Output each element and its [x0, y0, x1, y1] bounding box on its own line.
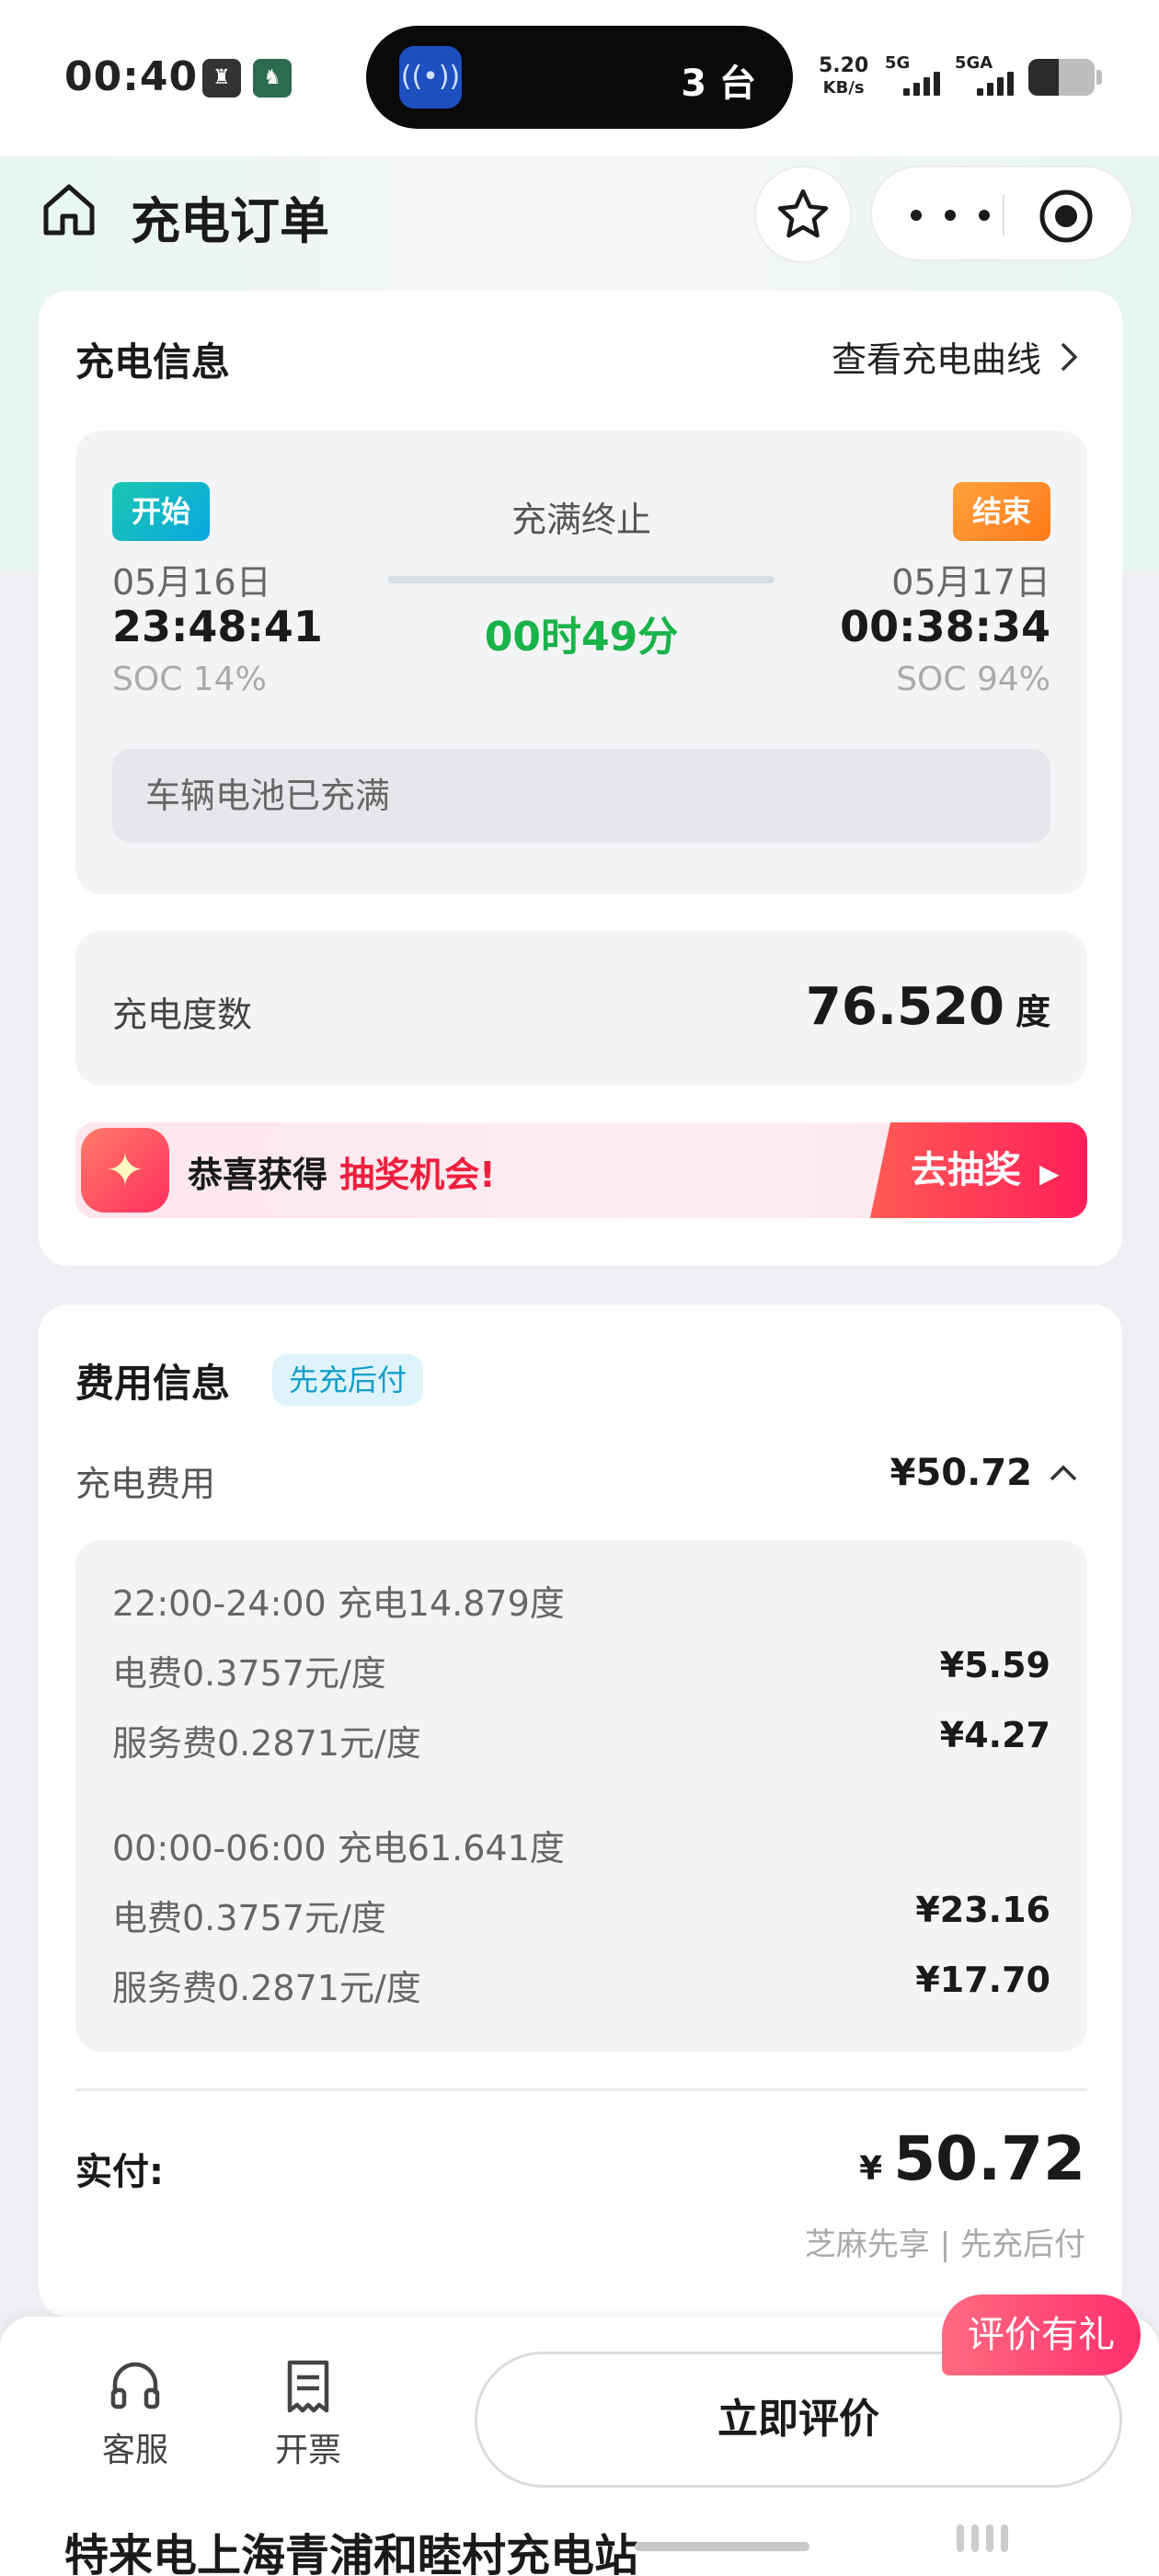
receipt-icon	[287, 2360, 329, 2413]
fee-line-label: 服务费0.2871元/度	[112, 1968, 421, 2008]
headset-icon	[110, 2362, 160, 2409]
lottery-text-highlight: 抽奖机会!	[339, 1155, 496, 1195]
fee-line-value: ¥17.70	[915, 1960, 1050, 2000]
end-badge: 结束	[953, 482, 1050, 541]
paid-subtitle: 芝麻先享 | 先充后付	[804, 2226, 1085, 2263]
fee-line-value: ¥4.27	[939, 1715, 1050, 1755]
paid-amount: ¥50.72	[859, 2123, 1085, 2194]
kwh-value: 76.520 度	[806, 977, 1050, 1037]
charging-info-title: 充电信息	[75, 339, 231, 385]
customer-service-button[interactable]: 客服	[85, 2357, 186, 2471]
charge-fee-value: ¥50.72	[889, 1452, 1032, 1494]
signal-bars-icon-2	[977, 72, 1014, 96]
charging-curve-label: 查看充电曲线	[831, 339, 1041, 380]
stop-reason: 充满终止	[511, 500, 651, 540]
period-heading: 00:00-06:00 充电61.641度	[112, 1828, 565, 1869]
fee-line-label: 服务费0.2871元/度	[112, 1723, 421, 1764]
duration-line	[388, 576, 775, 583]
charge-fee-toggle[interactable]: ¥50.72	[890, 1452, 1078, 1494]
session-box: 开始 充满终止 结束 05月16日 05月17日 23:48:41 00时49分…	[75, 431, 1087, 1218]
kwh-panel: 充电度数 76.520 度	[75, 931, 1087, 1086]
lottery-gift-icon: ✦	[81, 1128, 169, 1213]
invoice-label: 开票	[274, 2432, 341, 2469]
kwh-number: 76.520	[805, 977, 1004, 1037]
fee-line-value: ¥5.59	[939, 1645, 1050, 1685]
notification-app-icon: ♜	[202, 59, 241, 98]
battery-icon	[1028, 59, 1095, 96]
period-heading: 22:00-24:00 充电14.879度	[112, 1583, 565, 1624]
start-date: 05月16日	[112, 562, 271, 603]
clock-time: 00:40	[64, 53, 199, 100]
status-bar: 00:40 ♜ ♞ ((•)) 3 台 5.20 KB/s 5G 5GA	[0, 0, 1159, 156]
charging-note: 车辆电池已充满	[112, 749, 1050, 843]
signal-label-5ga: 5GA	[955, 53, 993, 73]
charging-curve-link[interactable]: 查看充电曲线	[832, 331, 1078, 382]
signal-label-5g: 5G	[885, 53, 911, 73]
kwh-label: 充电度数	[112, 995, 253, 1035]
chevron-right-icon	[1061, 342, 1078, 371]
end-soc: SOC 94%	[896, 661, 1050, 698]
fee-divider	[75, 2088, 1087, 2091]
lottery-text: 恭喜获得 抽奖机会!	[188, 1146, 496, 1197]
charge-fee-label: 充电费用	[75, 1464, 216, 1504]
rate-reward-badge[interactable]: 评价有礼	[942, 2294, 1141, 2375]
fee-line-label: 电费0.3757元/度	[112, 1898, 386, 1938]
customer-service-label: 客服	[101, 2432, 168, 2469]
close-target-icon[interactable]	[1038, 188, 1095, 245]
more-icon[interactable]	[911, 195, 990, 236]
end-date: 05月17日	[891, 562, 1050, 603]
end-time: 00:38:34	[840, 602, 1050, 651]
fee-line-label: 电费0.3757元/度	[112, 1653, 386, 1694]
star-icon	[777, 189, 829, 238]
kwh-unit: 度	[1015, 992, 1050, 1032]
station-name[interactable]: 特来电上海青浦和睦村充电站	[64, 2519, 638, 2576]
favorite-button[interactable]	[754, 166, 852, 263]
miniprogram-capsule	[870, 166, 1133, 261]
island-count: 3 台	[681, 63, 756, 105]
fee-line-value: ¥23.16	[915, 1890, 1050, 1930]
paid-label: 实付:	[75, 2151, 164, 2193]
invoice-button[interactable]: 开票	[258, 2357, 359, 2471]
paid-value: 50.72	[893, 2123, 1085, 2194]
charging-time-panel: 开始 充满终止 结束 05月16日 05月17日 23:48:41 00时49分…	[75, 431, 1087, 894]
network-speed-unit: KB/s	[822, 78, 865, 98]
play-arrow-icon: ▶	[1039, 1158, 1060, 1189]
lottery-text-prefix: 恭喜获得	[188, 1155, 328, 1195]
home-icon[interactable]	[39, 179, 99, 240]
scroll-indicator	[957, 2524, 1008, 2552]
page-title: 充电订单	[131, 192, 329, 250]
fee-info-title: 费用信息	[75, 1361, 231, 1406]
fee-detail-panel: 22:00-24:00 充电14.879度 电费0.3757元/度 ¥5.59 …	[75, 1540, 1087, 2052]
capsule-divider	[1003, 195, 1004, 236]
chevron-up-icon	[1050, 1465, 1077, 1481]
fee-info-card: 费用信息 先充后付 充电费用 ¥50.72 22:00-24:00 充电14.8…	[39, 1305, 1122, 2317]
payment-mode-tag: 先充后付	[272, 1354, 424, 1406]
network-speed-value: 5.20	[819, 54, 869, 77]
lottery-button-label: 去抽奖	[911, 1149, 1021, 1191]
home-indicator[interactable]	[635, 2542, 809, 2551]
paid-currency: ¥	[859, 2150, 883, 2188]
signal-bars-icon	[903, 72, 940, 96]
dynamic-island[interactable]: ((•)) 3 台	[366, 26, 793, 129]
battery-tip	[1096, 70, 1102, 85]
network-speed: 5.20 KB/s	[819, 55, 868, 99]
start-soc: SOC 14%	[112, 661, 267, 698]
charging-info-card: 充电信息 查看充电曲线 开始 充满终止 结束 05月16日 05月17日 23:…	[39, 291, 1122, 1266]
notification-app-icon-2: ♞	[253, 59, 292, 98]
battery-level	[1028, 59, 1060, 96]
lottery-button[interactable]: 去抽奖 ▶	[870, 1122, 1087, 1218]
lottery-banner[interactable]: ✦ 恭喜获得 抽奖机会! 去抽奖 ▶	[75, 1122, 1087, 1218]
broadcast-icon: ((•))	[399, 46, 462, 109]
